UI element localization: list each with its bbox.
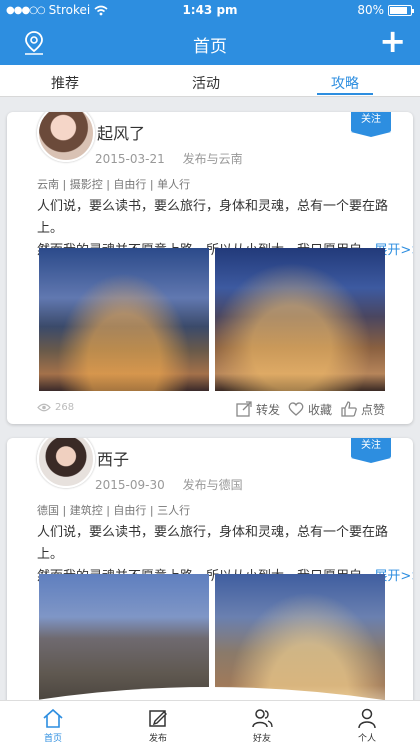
post-location: 发布与德国	[182, 478, 243, 492]
heart-icon	[288, 402, 304, 416]
edit-icon	[149, 710, 167, 727]
post-tags: 云南 | 摄影控 | 自由行 | 单人行	[37, 178, 191, 191]
post-meta: 2015-09-30 发布与德国	[95, 476, 243, 493]
post-card[interactable]: 西子 关注 2015-09-30 发布与德国 德国 | 建筑控 | 自由行 | …	[7, 438, 413, 708]
post-date: 2015-09-30	[95, 478, 165, 492]
favorite-label: 收藏	[308, 402, 333, 417]
view-count: 268	[37, 402, 74, 413]
tab-guide[interactable]: 攻略	[315, 73, 375, 93]
post-date: 2015-03-21	[95, 152, 165, 166]
eye-icon	[37, 403, 51, 412]
favorite-button[interactable]: 收藏	[287, 400, 332, 418]
like-button[interactable]: 点赞	[340, 400, 385, 418]
plus-icon[interactable]: +	[379, 24, 406, 58]
post-tags: 德国 | 建筑控 | 自由行 | 三人行	[37, 504, 191, 517]
post-photo[interactable]	[215, 248, 385, 391]
post-actions: 268 转发 收藏 点赞	[7, 400, 413, 420]
status-bar: ●●●○○ Strokei 1:43 pm 80%	[0, 0, 420, 20]
content-line-1: 人们说，要么读书，要么旅行，身体和灵魂，总有一个要在路上。	[37, 199, 389, 236]
bottom-tab-bar: 首页 发布 好友 个人	[0, 700, 420, 747]
repost-label: 转发	[256, 402, 281, 417]
friends-icon	[252, 709, 273, 728]
thumbs-up-icon	[341, 401, 357, 417]
share-icon	[236, 401, 252, 417]
post-location: 发布与云南	[182, 152, 243, 166]
follow-button[interactable]: 关注	[351, 438, 391, 463]
post-photo[interactable]	[39, 248, 209, 391]
avatar[interactable]	[37, 112, 95, 162]
repost-button[interactable]: 转发	[235, 400, 280, 418]
content-line-1: 人们说，要么读书，要么旅行，身体和灵魂，总有一个要在路上。	[37, 525, 389, 562]
tabbar-profile[interactable]: 个人	[337, 707, 397, 744]
tabbar-publish-label: 发布	[148, 734, 167, 744]
tab-activity[interactable]: 活动	[176, 73, 236, 93]
tabbar-publish[interactable]: 发布	[128, 707, 188, 744]
tabbar-profile-label: 个人	[357, 734, 376, 744]
top-tabs: 推荐 活动 攻略	[0, 65, 420, 97]
tabbar-home[interactable]: 首页	[23, 707, 83, 744]
battery-percent: 80%	[357, 3, 384, 17]
view-count-value: 268	[55, 402, 75, 413]
home-icon	[43, 708, 63, 728]
author-name[interactable]: 起风了	[97, 120, 145, 144]
like-label: 点赞	[361, 402, 386, 417]
active-tab-indicator	[317, 93, 373, 95]
tabbar-friends-label: 好友	[252, 734, 271, 744]
nav-bar: 首页 +	[0, 20, 420, 65]
tabbar-home-label: 首页	[43, 734, 62, 744]
battery-icon	[388, 4, 414, 16]
avatar[interactable]	[37, 438, 95, 488]
tabbar-friends[interactable]: 好友	[232, 707, 292, 744]
page-title: 首页	[193, 37, 227, 57]
post-card[interactable]: 起风了 关注 2015-03-21 发布与云南 云南 | 摄影控 | 自由行 |…	[7, 112, 413, 424]
tab-recommend[interactable]: 推荐	[35, 73, 95, 93]
author-name[interactable]: 西子	[97, 446, 129, 470]
post-meta: 2015-03-21 发布与云南	[95, 150, 243, 167]
follow-button[interactable]: 关注	[351, 112, 391, 137]
profile-icon	[358, 708, 376, 729]
